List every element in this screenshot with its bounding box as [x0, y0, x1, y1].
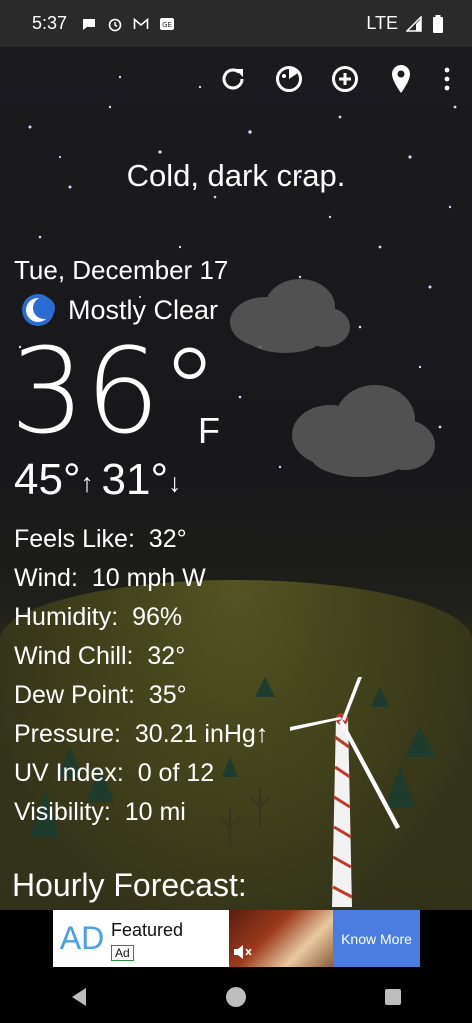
- recents-button[interactable]: [373, 977, 413, 1017]
- radar-icon: [276, 66, 302, 92]
- detail-label: Wind Chill:: [14, 642, 134, 670]
- top-toolbar: [216, 62, 454, 96]
- detail-uv-index: UV Index: 0 of 12: [14, 754, 268, 793]
- ad-logo: AD: [59, 920, 105, 956]
- ge-icon: GE: [159, 16, 175, 32]
- hourly-forecast-heading: Hourly Forecast:: [12, 867, 247, 903]
- detail-label: UV Index:: [14, 759, 124, 787]
- forecast-date: Tue, December 17: [14, 255, 229, 285]
- refresh-button[interactable]: [216, 62, 250, 96]
- condition-label: Mostly Clear: [68, 294, 219, 325]
- temperature-unit: F: [198, 410, 220, 451]
- ad-text: Featured Ad: [111, 910, 229, 967]
- location-button[interactable]: [384, 62, 418, 96]
- detail-label: Feels Like:: [14, 525, 135, 553]
- ad-banner[interactable]: AD Featured Ad Know More: [0, 910, 472, 970]
- location-icon: [392, 65, 410, 93]
- add-location-icon: [332, 66, 358, 92]
- message-icon: [81, 16, 97, 32]
- recents-icon: [385, 988, 402, 1005]
- down-arrow-icon: ↓: [168, 467, 182, 498]
- mute-icon[interactable]: [233, 944, 253, 960]
- detail-value: 32°: [147, 642, 186, 670]
- overflow-menu-button[interactable]: [440, 62, 454, 96]
- detail-feels-like: Feels Like: 32°: [14, 520, 268, 559]
- status-time: 5:37: [32, 13, 68, 33]
- status-notification-icons: GE: [81, 16, 175, 32]
- know-more-button[interactable]: Know More: [333, 910, 420, 967]
- back-icon: [71, 987, 86, 1006]
- cloud: [230, 279, 350, 353]
- ad-image[interactable]: [229, 910, 333, 967]
- detail-label: Wind:: [14, 564, 78, 592]
- high-low-temperatures: 45°↑ 31°↓: [14, 458, 181, 502]
- detail-label: Pressure:: [14, 720, 121, 748]
- svg-text:GE: GE: [162, 21, 172, 29]
- detail-label: Visibility:: [14, 798, 111, 826]
- radar-button[interactable]: [272, 62, 306, 96]
- detail-value: 30.21 inHg↑: [134, 720, 269, 748]
- current-temperature: 36°: [10, 322, 220, 460]
- home-icon: [225, 986, 246, 1007]
- status-system-icons: LTE: [366, 13, 446, 34]
- weather-details: Feels Like: 32° Wind: 10 mph W Humidity:…: [14, 520, 268, 832]
- detail-label: Dew Point:: [14, 681, 135, 709]
- low-temp-value: 31°: [101, 455, 169, 504]
- detail-pressure: Pressure: 30.21 inHg↑: [14, 715, 268, 754]
- ad-title: Featured: [111, 920, 184, 940]
- high-temp: 45°↑: [14, 458, 94, 502]
- detail-value: 96%: [132, 603, 183, 631]
- detail-value: 10 mph W: [91, 564, 206, 592]
- system-navigation-bar: [0, 970, 472, 1023]
- detail-visibility: Visibility: 10 mi: [14, 793, 268, 832]
- cloud: [292, 385, 435, 477]
- detail-value: 10 mi: [124, 798, 186, 826]
- ad-content[interactable]: AD Featured Ad Know More: [53, 910, 420, 967]
- add-location-button[interactable]: [328, 62, 362, 96]
- home-button[interactable]: [216, 977, 256, 1017]
- refresh-icon: [222, 68, 244, 90]
- detail-value: 0 of 12: [137, 759, 215, 787]
- detail-dew-point: Dew Point: 35°: [14, 676, 268, 715]
- detail-value: 32°: [148, 525, 187, 553]
- alarm-icon: [107, 16, 123, 32]
- detail-humidity: Humidity: 96%: [14, 598, 268, 637]
- detail-wind: Wind: 10 mph W: [14, 559, 268, 598]
- ad-badge: Ad: [111, 945, 134, 961]
- overflow-menu-icon: [444, 67, 450, 91]
- battery-icon: [430, 14, 446, 33]
- detail-wind-chill: Wind Chill: 32°: [14, 637, 268, 676]
- network-label: LTE: [366, 13, 398, 33]
- status-bar: 5:37 GE LTE: [0, 0, 472, 47]
- signal-icon: [406, 15, 422, 32]
- windmill: [290, 677, 400, 907]
- detail-value: 35°: [148, 681, 187, 709]
- high-temp-value: 45°: [14, 455, 81, 504]
- gmail-icon: [133, 16, 149, 32]
- weather-tagline: Cold, dark crap.: [126, 158, 346, 193]
- detail-label: Humidity:: [14, 603, 119, 631]
- up-arrow-icon: ↑: [80, 467, 94, 498]
- back-button[interactable]: [59, 977, 99, 1017]
- low-temp: 31°↓: [102, 458, 182, 502]
